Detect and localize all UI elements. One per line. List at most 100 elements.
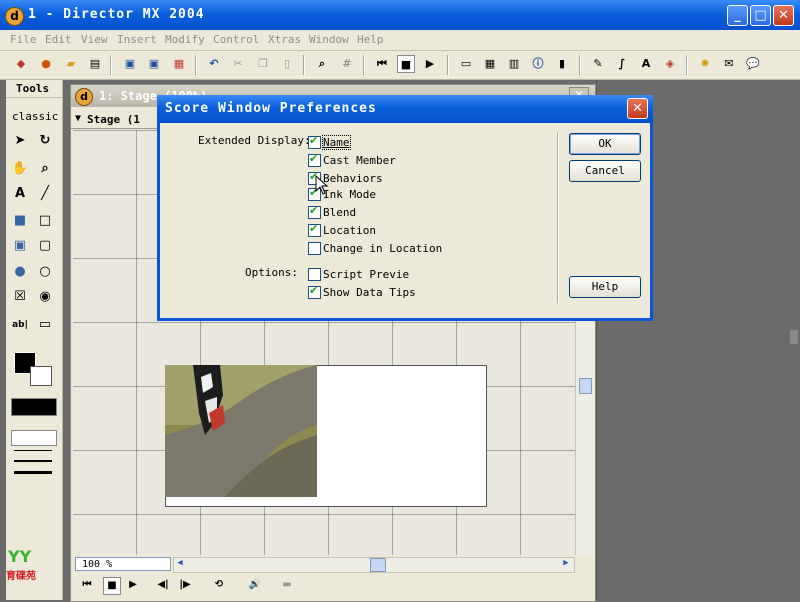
- rotate-tool-icon[interactable]: ↻: [36, 132, 54, 150]
- dialog-titlebar[interactable]: Score Window Preferences ✕: [157, 95, 653, 123]
- woodpecker-photo[interactable]: [165, 365, 317, 497]
- hand-tool-icon[interactable]: ✋: [11, 160, 29, 178]
- minimize-button[interactable]: _: [727, 5, 748, 26]
- control-rewind-icon[interactable]: ⏮: [79, 577, 95, 593]
- show-data-tips-checkbox[interactable]: [308, 284, 321, 299]
- line-width-2[interactable]: [14, 460, 52, 462]
- menu-modify[interactable]: Modify: [165, 33, 205, 46]
- cut-icon[interactable]: ✂: [229, 55, 247, 73]
- find-icon[interactable]: ⌕: [313, 55, 331, 73]
- selected-frames-icon[interactable]: ▬: [279, 577, 295, 593]
- menu-view[interactable]: View: [81, 33, 108, 46]
- menu-insert[interactable]: Insert: [117, 33, 157, 46]
- tools-mode-select[interactable]: classic: [12, 110, 58, 123]
- new-cast-icon[interactable]: ●: [37, 55, 55, 73]
- loop-icon[interactable]: ⟲: [211, 577, 227, 593]
- menu-edit[interactable]: Edit: [45, 33, 72, 46]
- side-panel-handle[interactable]: [790, 330, 798, 344]
- ellipse-tool-icon[interactable]: ○: [36, 263, 54, 281]
- show-data-tips-checkbox-label[interactable]: Show Data Tips: [323, 286, 416, 299]
- filled-ellipse-tool-icon[interactable]: ●: [11, 263, 29, 281]
- stage-horizontal-scrollbar[interactable]: ◀ ▶: [173, 557, 575, 573]
- cancel-button[interactable]: Cancel: [569, 160, 641, 182]
- new-movie-icon[interactable]: ◆: [12, 55, 30, 73]
- maximize-button[interactable]: □: [750, 5, 771, 26]
- cast-member-checkbox-label[interactable]: Cast Member: [323, 154, 396, 167]
- script-preview-checkbox[interactable]: [308, 268, 321, 281]
- ok-button[interactable]: OK: [569, 133, 641, 155]
- triangle-down-icon[interactable]: ▼: [75, 113, 81, 124]
- director-app-icon[interactable]: d: [5, 7, 24, 26]
- round-rect-tool-icon[interactable]: ▢: [36, 237, 54, 255]
- behavior-inspector-icon[interactable]: ✹: [696, 55, 714, 73]
- field-tool-icon[interactable]: ab|: [11, 316, 29, 334]
- blend-checkbox[interactable]: [308, 204, 321, 219]
- play-icon[interactable]: ▶: [421, 55, 439, 73]
- shockwave-3d-icon[interactable]: ◈: [661, 55, 679, 73]
- step-back-icon[interactable]: ◀|: [155, 577, 171, 593]
- horizontal-scroll-thumb[interactable]: [370, 558, 386, 572]
- script-window-icon[interactable]: ✉: [720, 55, 738, 73]
- message-window-icon[interactable]: 💬: [744, 55, 762, 73]
- text-tool-icon[interactable]: A: [11, 185, 29, 203]
- scroll-right-icon[interactable]: ▶: [560, 558, 572, 570]
- control-stop-icon[interactable]: ■: [103, 577, 121, 595]
- zoom-tool-icon[interactable]: ⌕: [36, 160, 54, 178]
- line-width-1[interactable]: [14, 450, 52, 451]
- tools-panel-header[interactable]: Tools: [6, 80, 62, 98]
- vertical-scroll-thumb[interactable]: [579, 378, 592, 394]
- control-play-icon[interactable]: ▶: [125, 577, 141, 593]
- cast-member-checkbox[interactable]: [308, 152, 321, 167]
- arrow-tool-icon[interactable]: ➤: [11, 132, 29, 150]
- line-width-3[interactable]: [14, 471, 52, 474]
- zoom-level-field[interactable]: 100 %: [75, 557, 171, 571]
- paste-icon[interactable]: ▯: [278, 55, 296, 73]
- undo-icon[interactable]: ↶: [205, 55, 223, 73]
- save-all-icon[interactable]: ▣: [145, 55, 163, 73]
- name-checkbox[interactable]: [308, 134, 321, 149]
- menu-help[interactable]: Help: [357, 33, 384, 46]
- menu-file[interactable]: File: [10, 33, 37, 46]
- step-forward-icon[interactable]: |▶: [177, 577, 193, 593]
- filled-rect-tool-icon[interactable]: ■: [11, 212, 29, 230]
- radio-tool-icon[interactable]: ◉: [36, 288, 54, 306]
- stop-icon[interactable]: ■: [397, 55, 415, 73]
- button-tool-icon[interactable]: ▭: [36, 316, 54, 334]
- import-icon[interactable]: ▤: [86, 55, 104, 73]
- checkbox-tool-icon[interactable]: ☒: [11, 288, 29, 306]
- menu-window[interactable]: Window: [309, 33, 349, 46]
- publish-icon[interactable]: ▦: [170, 55, 188, 73]
- vector-shape-icon[interactable]: ∫: [613, 55, 631, 73]
- align-icon[interactable]: #: [338, 55, 356, 73]
- menu-control[interactable]: Control: [213, 33, 259, 46]
- close-button[interactable]: ✕: [773, 5, 794, 26]
- line-tool-icon[interactable]: ╱: [36, 185, 54, 203]
- dialog-close-icon[interactable]: ✕: [627, 98, 648, 119]
- menu-xtras[interactable]: Xtras: [268, 33, 301, 46]
- change-in-location-checkbox-label[interactable]: Change in Location: [323, 242, 442, 255]
- score-window-icon[interactable]: ▦: [481, 55, 499, 73]
- pattern-selector[interactable]: [11, 398, 57, 416]
- copy-icon[interactable]: ❐: [254, 55, 272, 73]
- rect-tool-icon[interactable]: □: [36, 212, 54, 230]
- property-inspector-icon[interactable]: ⓘ: [529, 55, 547, 73]
- ink-mode-checkbox-label[interactable]: Ink Mode: [323, 188, 376, 201]
- change-in-location-checkbox[interactable]: [308, 242, 321, 255]
- help-button[interactable]: Help: [569, 276, 641, 298]
- background-color-swatch[interactable]: [30, 366, 52, 386]
- line-width-none[interactable]: [11, 430, 57, 446]
- name-checkbox-label[interactable]: Name: [322, 135, 351, 150]
- cast-window-icon[interactable]: ▥: [505, 55, 523, 73]
- rewind-icon[interactable]: ⏮: [373, 55, 391, 73]
- open-folder-icon[interactable]: ▰: [62, 55, 80, 73]
- paint-window-icon[interactable]: ✎: [589, 55, 607, 73]
- behaviors-checkbox-label[interactable]: Behaviors: [323, 172, 383, 185]
- scroll-left-icon[interactable]: ◀: [174, 558, 186, 570]
- blend-checkbox-label[interactable]: Blend: [323, 206, 356, 219]
- save-icon[interactable]: ▣: [121, 55, 139, 73]
- filled-round-rect-tool-icon[interactable]: ▣: [11, 237, 29, 255]
- text-window-icon[interactable]: A: [637, 55, 655, 73]
- location-checkbox-label[interactable]: Location: [323, 224, 376, 237]
- library-palette-icon[interactable]: ▮: [553, 55, 571, 73]
- stage-window-icon[interactable]: ▭: [457, 55, 475, 73]
